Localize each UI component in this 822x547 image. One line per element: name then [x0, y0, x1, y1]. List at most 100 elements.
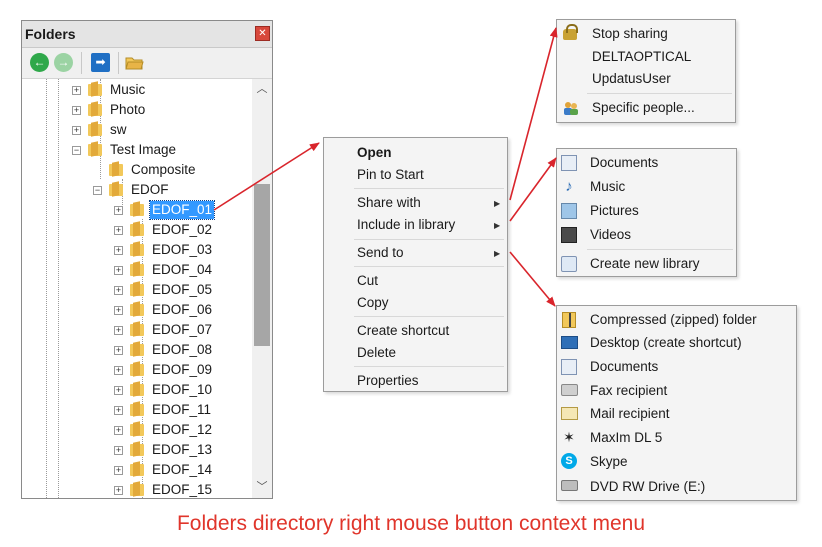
share-item-deltaoptical[interactable]: DELTAOPTICAL: [592, 46, 691, 68]
tree-row[interactable]: + EDOF_12: [22, 420, 252, 440]
tree-scrollbar[interactable]: ︿ ﹀: [252, 79, 272, 498]
expand-icon[interactable]: +: [72, 106, 81, 115]
send-item-desktop[interactable]: Desktop (create shortcut): [590, 332, 742, 354]
collapse-icon[interactable]: −: [72, 146, 81, 155]
tree-item-label[interactable]: EDOF_07: [150, 321, 214, 339]
menu-item-share-with[interactable]: Share with: [357, 193, 421, 213]
share-item-stop-sharing[interactable]: Stop sharing: [592, 23, 668, 45]
menu-separator: [587, 249, 733, 250]
expand-icon[interactable]: +: [114, 326, 123, 335]
send-item-fax[interactable]: Fax recipient: [590, 380, 667, 402]
send-item-maxim[interactable]: MaxIm DL 5: [590, 427, 662, 449]
tree-item-label[interactable]: EDOF_01: [148, 200, 216, 220]
tree-item-label[interactable]: EDOF_15: [150, 481, 214, 498]
send-item-documents[interactable]: Documents: [590, 356, 658, 378]
tree-row[interactable]: + sw: [22, 120, 252, 140]
menu-item-properties[interactable]: Properties: [357, 371, 419, 391]
expand-icon[interactable]: +: [114, 346, 123, 355]
tree-item-label[interactable]: EDOF_14: [150, 461, 214, 479]
tree-item-label[interactable]: sw: [108, 121, 129, 139]
open-folder-icon[interactable]: [125, 53, 144, 72]
expand-icon[interactable]: +: [72, 86, 81, 95]
back-arrow-icon[interactable]: ←: [30, 53, 49, 72]
tree-item-label[interactable]: EDOF_13: [150, 441, 214, 459]
close-icon[interactable]: ✕: [255, 26, 270, 41]
forward-arrow-icon[interactable]: →: [54, 53, 73, 72]
share-item-updatususer[interactable]: UpdatusUser: [592, 68, 671, 90]
tree-row[interactable]: + EDOF_15: [22, 480, 252, 498]
expand-icon[interactable]: +: [114, 206, 123, 215]
tree-row[interactable]: + EDOF_09: [22, 360, 252, 380]
tree-row[interactable]: + EDOF_08: [22, 340, 252, 360]
tree-row[interactable]: + EDOF_04: [22, 260, 252, 280]
scrollbar-thumb[interactable]: [254, 184, 270, 346]
tree-item-label[interactable]: EDOF_08: [150, 341, 214, 359]
tree-item-label[interactable]: EDOF_12: [150, 421, 214, 439]
collapse-icon[interactable]: −: [93, 186, 102, 195]
menu-item-delete[interactable]: Delete: [357, 343, 396, 363]
expand-icon[interactable]: +: [114, 386, 123, 395]
library-item-documents[interactable]: Documents: [590, 152, 658, 174]
menu-item-cut[interactable]: Cut: [357, 271, 378, 291]
tree-row[interactable]: + EDOF_01: [22, 200, 252, 220]
expand-icon[interactable]: +: [114, 366, 123, 375]
menu-item-copy[interactable]: Copy: [357, 293, 389, 313]
tree-row[interactable]: + EDOF_06: [22, 300, 252, 320]
expand-icon[interactable]: +: [114, 226, 123, 235]
tree-item-label[interactable]: EDOF_06: [150, 301, 214, 319]
expand-icon[interactable]: +: [114, 426, 123, 435]
menu-item-include-in-library[interactable]: Include in library: [357, 215, 455, 235]
tree-row[interactable]: + EDOF_10: [22, 380, 252, 400]
tree-row[interactable]: + EDOF_07: [22, 320, 252, 340]
tree-row[interactable]: Composite: [22, 160, 252, 180]
expand-icon[interactable]: +: [114, 406, 123, 415]
expand-icon[interactable]: +: [114, 466, 123, 475]
tree-row[interactable]: − Test Image: [22, 140, 252, 160]
expand-icon[interactable]: +: [114, 486, 123, 495]
expand-icon[interactable]: +: [72, 126, 81, 135]
menu-item-create-shortcut[interactable]: Create shortcut: [357, 321, 449, 341]
tree-item-label[interactable]: EDOF_11: [150, 401, 213, 419]
send-item-dvd[interactable]: DVD RW Drive (E:): [590, 476, 705, 498]
tree-row[interactable]: + EDOF_02: [22, 220, 252, 240]
tree-row[interactable]: + EDOF_13: [22, 440, 252, 460]
expand-icon[interactable]: +: [114, 246, 123, 255]
up-level-icon[interactable]: ➡: [91, 53, 110, 72]
tree-item-label[interactable]: EDOF_10: [150, 381, 214, 399]
tree-row[interactable]: + EDOF_14: [22, 460, 252, 480]
menu-item-open[interactable]: Open: [357, 143, 392, 163]
expand-icon[interactable]: +: [114, 286, 123, 295]
tree-item-label[interactable]: EDOF: [129, 181, 171, 199]
library-item-music[interactable]: Music: [590, 176, 625, 198]
library-item-create-new[interactable]: Create new library: [590, 253, 700, 275]
tree-item-label[interactable]: EDOF_04: [150, 261, 214, 279]
expand-icon[interactable]: +: [114, 266, 123, 275]
send-item-skype[interactable]: Skype: [590, 451, 628, 473]
tree-row[interactable]: + EDOF_03: [22, 240, 252, 260]
library-item-pictures[interactable]: Pictures: [590, 200, 639, 222]
tree-item-label[interactable]: Photo: [108, 101, 147, 119]
tree-row[interactable]: + Music: [22, 80, 252, 100]
expand-icon[interactable]: +: [114, 306, 123, 315]
tree-row[interactable]: + EDOF_11: [22, 400, 252, 420]
share-item-specific-people[interactable]: Specific people...: [592, 97, 695, 119]
tree-item-label[interactable]: EDOF_03: [150, 241, 214, 259]
send-item-zip[interactable]: Compressed (zipped) folder: [590, 309, 757, 331]
tree-item-label[interactable]: Music: [108, 81, 147, 99]
tree-item-label[interactable]: Composite: [129, 161, 198, 179]
tree-item-label[interactable]: Test Image: [108, 141, 178, 159]
menu-item-send-to[interactable]: Send to: [357, 243, 404, 263]
tree-item-label[interactable]: EDOF_05: [150, 281, 214, 299]
submenu-arrow-icon: ▶: [494, 199, 501, 208]
tree-row[interactable]: + EDOF_05: [22, 280, 252, 300]
scroll-up-icon[interactable]: ︿: [252, 81, 272, 98]
tree-item-label[interactable]: EDOF_09: [150, 361, 214, 379]
menu-item-pin-to-start[interactable]: Pin to Start: [357, 165, 424, 185]
expand-icon[interactable]: +: [114, 446, 123, 455]
tree-row[interactable]: − EDOF: [22, 180, 252, 200]
send-item-mail[interactable]: Mail recipient: [590, 403, 670, 425]
library-item-videos[interactable]: Videos: [590, 224, 631, 246]
tree-row[interactable]: + Photo: [22, 100, 252, 120]
tree-item-label[interactable]: EDOF_02: [150, 221, 214, 239]
scroll-down-icon[interactable]: ﹀: [252, 479, 272, 496]
